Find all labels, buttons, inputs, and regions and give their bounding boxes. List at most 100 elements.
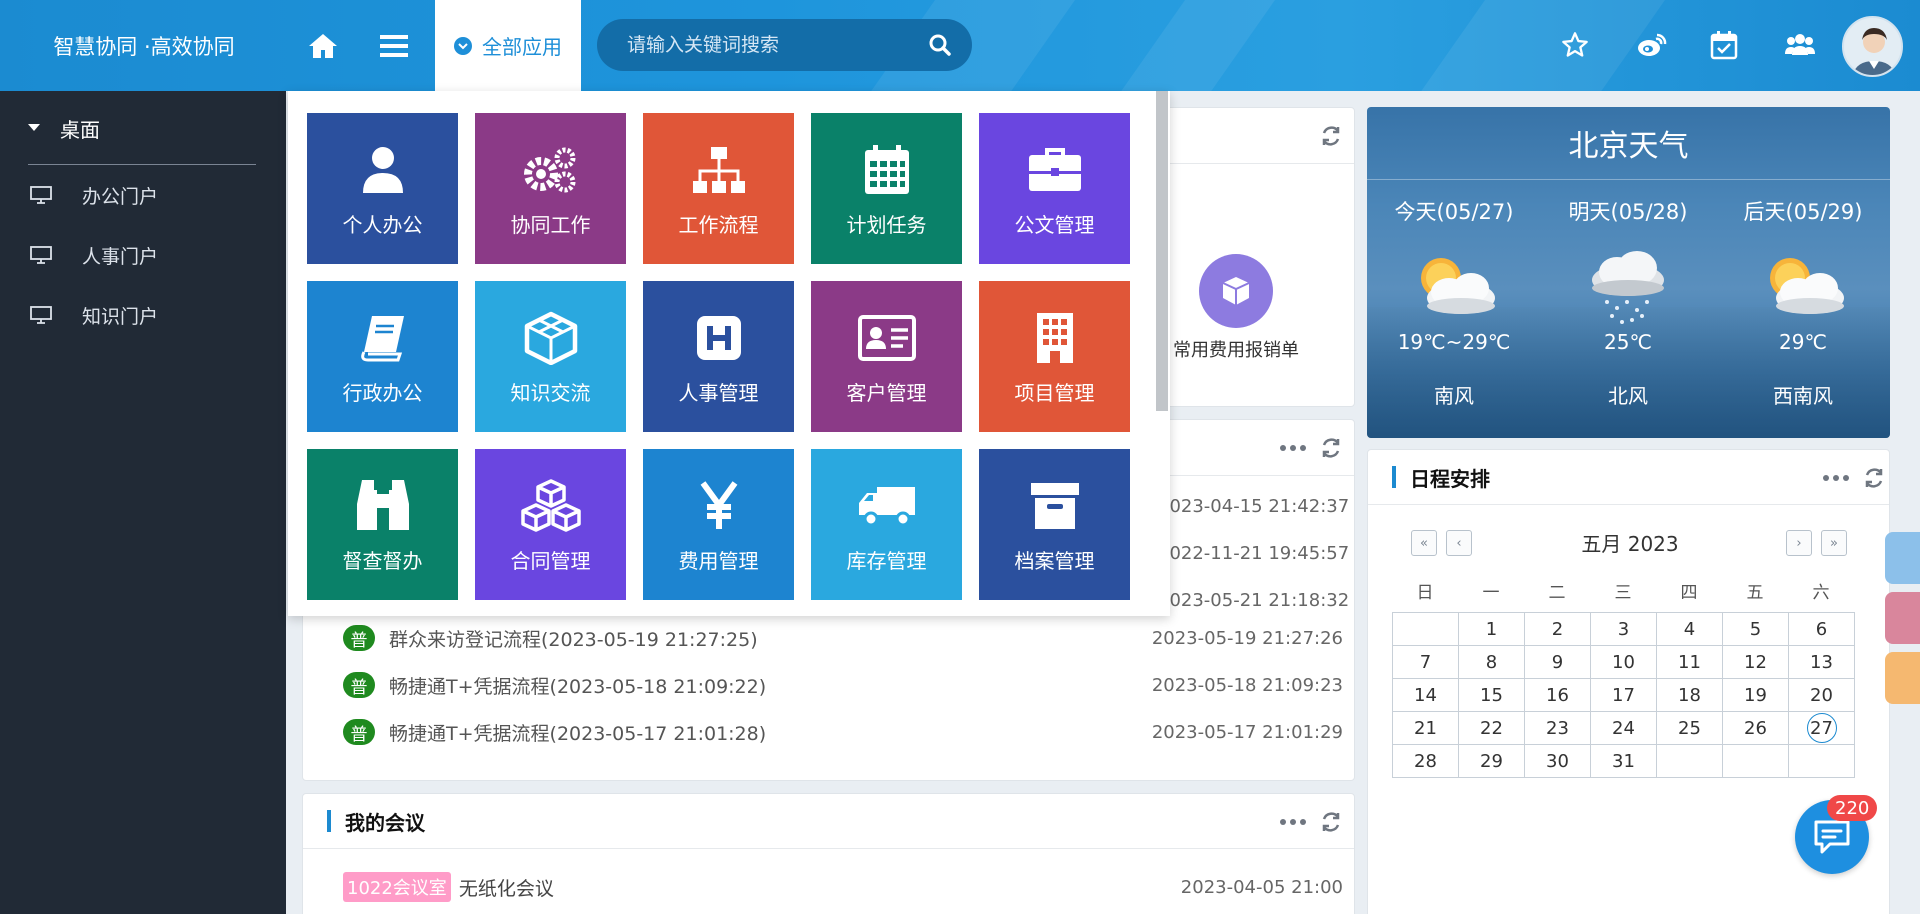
workflow-time-hidden: 2023-04-15 21:42:37 xyxy=(1158,496,1350,517)
calendar-day[interactable]: 29 xyxy=(1458,744,1525,778)
app-tile-h-square[interactable]: 人事管理 xyxy=(643,281,794,432)
calendar-day[interactable]: 15 xyxy=(1458,678,1525,712)
app-tile-label: 客户管理 xyxy=(846,381,927,405)
app-tile-gears[interactable]: 协同工作 xyxy=(475,113,626,264)
gears-icon xyxy=(521,139,581,201)
app-tile-sitemap[interactable]: 工作流程 xyxy=(643,113,794,264)
workflow-title[interactable]: 畅捷通T+凭据流程(2023-05-17 21:01:28) xyxy=(389,719,766,746)
app-tile-cube-outline[interactable]: 知识交流 xyxy=(475,281,626,432)
calendar-day[interactable]: 11 xyxy=(1656,645,1723,679)
app-tile-briefcase[interactable]: 公文管理 xyxy=(979,113,1130,264)
calendar-today-marker[interactable]: 27 xyxy=(1806,713,1837,743)
calendar-day[interactable]: 6 xyxy=(1788,612,1855,646)
side-tab-pink[interactable] xyxy=(1885,592,1920,644)
expense-shortcut-button[interactable] xyxy=(1199,254,1273,328)
refresh-icon[interactable] xyxy=(1320,125,1342,147)
calendar-day[interactable]: 21 xyxy=(1392,711,1459,745)
workflow-title[interactable]: 畅捷通T+凭据流程(2023-05-18 21:09:22) xyxy=(389,672,766,699)
archive-icon xyxy=(1029,475,1081,537)
refresh-icon[interactable] xyxy=(1863,467,1885,489)
calendar-day[interactable]: 1 xyxy=(1458,612,1525,646)
sidebar-item-knowledge-portal[interactable]: 知识门户 xyxy=(0,290,286,340)
menu-button[interactable] xyxy=(358,0,430,91)
calendar-day[interactable]: 9 xyxy=(1524,645,1591,679)
calendar-day[interactable]: 28 xyxy=(1392,744,1459,778)
calendar-day[interactable]: 27 xyxy=(1788,711,1855,745)
calendar-month-label: 五月 2023 xyxy=(1581,532,1679,556)
weather-day-tomorrow: 明天(05/28) 25℃ 北风 xyxy=(1541,180,1715,438)
side-tab-orange[interactable] xyxy=(1885,652,1920,704)
more-icon[interactable] xyxy=(1280,818,1306,825)
calendar-day[interactable]: 19 xyxy=(1722,678,1789,712)
calendar-day[interactable]: 4 xyxy=(1656,612,1723,646)
app-tile-book[interactable]: 行政办公 xyxy=(307,281,458,432)
prev-month-button[interactable]: ‹ xyxy=(1446,530,1472,556)
more-icon[interactable] xyxy=(1280,444,1306,451)
sidebar-item-office-portal[interactable]: 办公门户 xyxy=(0,170,286,220)
search-icon[interactable] xyxy=(928,33,952,57)
calendar-day[interactable]: 31 xyxy=(1590,744,1657,778)
app-tile-label: 档案管理 xyxy=(1014,549,1095,573)
calendar-day[interactable]: 5 xyxy=(1722,612,1789,646)
chat-notification-badge: 220 xyxy=(1827,795,1878,821)
workflow-list-item[interactable]: 普 畅捷通T+凭据流程(2023-05-17 21:01:28) 2023-05… xyxy=(343,712,1343,752)
side-tab-blue[interactable] xyxy=(1885,532,1920,584)
sidebar-item-label: 办公门户 xyxy=(82,185,159,208)
tab-all-apps[interactable]: 全部应用 xyxy=(435,0,581,91)
app-tile-yen[interactable]: 费用管理 xyxy=(643,449,794,600)
prev-year-button[interactable]: « xyxy=(1411,530,1437,556)
app-tile-building[interactable]: 项目管理 xyxy=(979,281,1130,432)
contacts-button[interactable] xyxy=(1780,25,1820,65)
app-tile-binoculars[interactable]: 督查督办 xyxy=(307,449,458,600)
search-input[interactable] xyxy=(627,34,928,56)
calendar-day[interactable]: 16 xyxy=(1524,678,1591,712)
next-year-button[interactable]: » xyxy=(1821,530,1847,556)
app-tile-calendar[interactable]: 计划任务 xyxy=(811,113,962,264)
refresh-icon[interactable] xyxy=(1320,811,1342,833)
calendar-day[interactable]: 3 xyxy=(1590,612,1657,646)
calendar-day[interactable]: 10 xyxy=(1590,645,1657,679)
priority-badge: 普 xyxy=(343,672,375,698)
calendar-day[interactable]: 8 xyxy=(1458,645,1525,679)
home-button[interactable] xyxy=(288,0,358,91)
calendar-grid: 1 2 3 4 5 6 7 8 9 10 11 12 13 14 15 16 17 18 19 20 21 22 23 24 2… xyxy=(1392,612,1855,778)
weather-temp: 19℃~29℃ xyxy=(1397,330,1511,354)
next-month-button[interactable]: › xyxy=(1786,530,1812,556)
refresh-icon[interactable] xyxy=(1320,437,1342,459)
calendar-day[interactable]: 18 xyxy=(1656,678,1723,712)
expense-shortcut-label[interactable]: 常用费用报销单 xyxy=(1173,336,1313,362)
workflow-list-item[interactable]: 普 群众来访登记流程(2023-05-19 21:27:25) 2023-05-… xyxy=(343,618,1343,658)
calendar-day[interactable]: 14 xyxy=(1392,678,1459,712)
meeting-list-item[interactable]: 1022会议室 无纸化会议 2023-04-05 21:00 xyxy=(343,872,1343,902)
app-tile-user[interactable]: 个人办公 xyxy=(307,113,458,264)
calendar-day[interactable]: 17 xyxy=(1590,678,1657,712)
calendar-day[interactable]: 26 xyxy=(1722,711,1789,745)
workflow-list-item[interactable]: 普 畅捷通T+凭据流程(2023-05-18 21:09:22) 2023-05… xyxy=(343,665,1343,705)
calendar-day[interactable]: 20 xyxy=(1788,678,1855,712)
calendar-day[interactable]: 23 xyxy=(1524,711,1591,745)
meeting-name[interactable]: 无纸化会议 xyxy=(459,874,554,901)
calendar-day[interactable]: 13 xyxy=(1788,645,1855,679)
app-tile-id-card[interactable]: 客户管理 xyxy=(811,281,962,432)
calendar-day[interactable]: 24 xyxy=(1590,711,1657,745)
app-tile-cubes[interactable]: 合同管理 xyxy=(475,449,626,600)
calendar-day[interactable]: 7 xyxy=(1392,645,1459,679)
sidebar-section-desktop[interactable]: 桌面 xyxy=(0,91,286,165)
app-tile-truck[interactable]: 库存管理 xyxy=(811,449,962,600)
favorites-button[interactable] xyxy=(1555,25,1595,65)
workflow-title[interactable]: 群众来访登记流程(2023-05-19 21:27:25) xyxy=(389,625,758,652)
weibo-button[interactable] xyxy=(1632,25,1672,65)
cube-outline-icon xyxy=(523,307,579,369)
sidebar-item-hr-portal[interactable]: 人事门户 xyxy=(0,230,286,280)
calendar-day[interactable]: 22 xyxy=(1458,711,1525,745)
calendar-day[interactable]: 12 xyxy=(1722,645,1789,679)
calendar-day[interactable]: 25 xyxy=(1656,711,1723,745)
popup-scrollbar[interactable] xyxy=(1156,91,1168,411)
schedule-button[interactable] xyxy=(1704,25,1744,65)
calendar-day[interactable]: 30 xyxy=(1524,744,1591,778)
app-tile-archive[interactable]: 档案管理 xyxy=(979,449,1130,600)
avatar[interactable] xyxy=(1842,16,1903,77)
more-icon[interactable] xyxy=(1823,474,1849,481)
weather-date: 后天(05/29) xyxy=(1743,200,1863,224)
calendar-day[interactable]: 2 xyxy=(1524,612,1591,646)
